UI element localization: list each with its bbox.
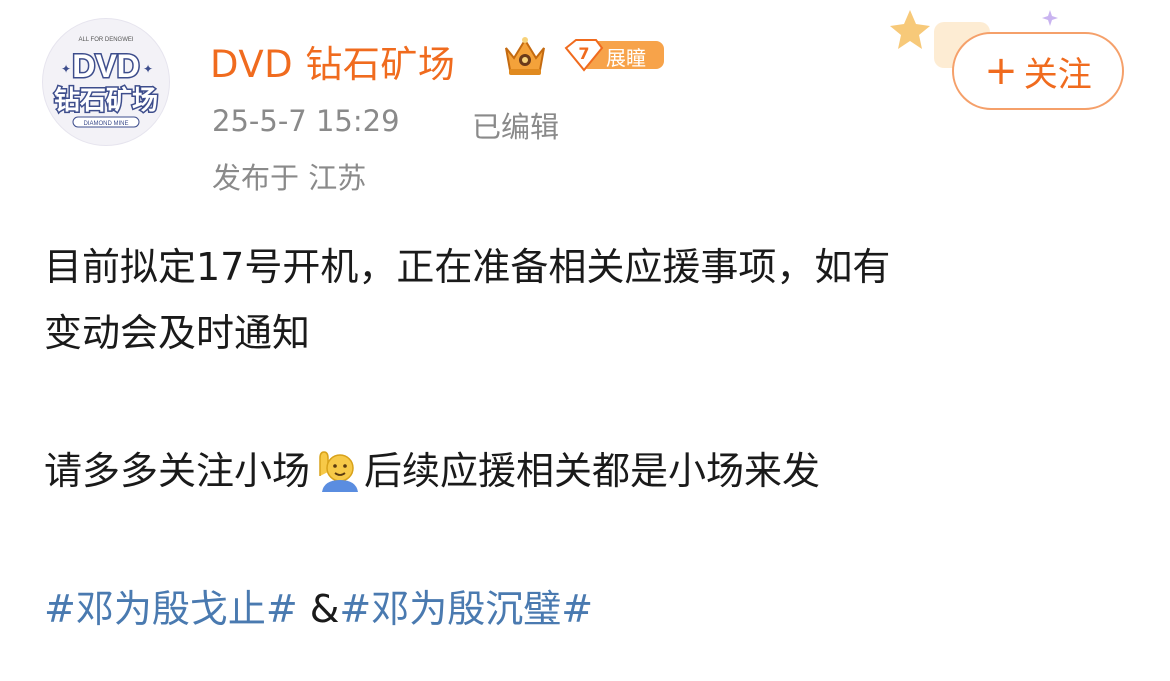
- avatar-cn-text: 钻石矿场: [54, 85, 158, 116]
- post-hashtags: #邓为殷戈止# &#邓为殷沉璧#: [44, 578, 593, 633]
- hashtag-link[interactable]: #邓为殷戈止#: [44, 587, 298, 631]
- avatar[interactable]: ALL FOR DENGWEI DVD 钻石矿场 DIAMOND MINE ✦ …: [42, 18, 170, 146]
- username[interactable]: DVD 钻石矿场: [210, 34, 455, 88]
- level-number: 7: [578, 44, 590, 63]
- post-text-segment: 请多多关注小场: [44, 449, 311, 493]
- svg-text:✦: ✦: [143, 62, 153, 76]
- plus-icon: +: [984, 48, 1018, 94]
- avatar-small-bottom: DIAMOND MINE: [84, 121, 129, 127]
- crown-badge-icon[interactable]: [500, 34, 550, 78]
- post-text-segment: 后续应援相关都是小场来发: [364, 449, 821, 493]
- post-text-line-2: 变动会及时通知: [44, 311, 311, 355]
- hashtag-separator: &: [297, 587, 340, 631]
- post-timestamp: 25-5-7 15:29: [212, 104, 400, 138]
- hashtag-link[interactable]: #邓为殷沉璧#: [339, 587, 593, 631]
- post-text-line-1: 目前拟定17号开机，正在准备相关应援事项，如有: [44, 245, 891, 289]
- post-location: 发布于 江苏: [212, 161, 367, 195]
- follow-button-label: 关注: [1023, 54, 1092, 95]
- svg-text:✦: ✦: [61, 62, 71, 76]
- post-text-line-3: 请多多关注小场 后续应援相关都是小场来发: [44, 440, 820, 495]
- avatar-dvd-text: DVD: [72, 48, 140, 84]
- follow-button[interactable]: + 关注: [952, 32, 1124, 110]
- raising-hand-emoji-icon: [314, 448, 359, 492]
- level-badge[interactable]: 7 展瞳: [562, 38, 664, 72]
- edited-label[interactable]: 已编辑: [472, 104, 559, 146]
- avatar-small-top: ALL FOR DENGWEI: [78, 37, 133, 43]
- level-label: 展瞳: [606, 46, 646, 70]
